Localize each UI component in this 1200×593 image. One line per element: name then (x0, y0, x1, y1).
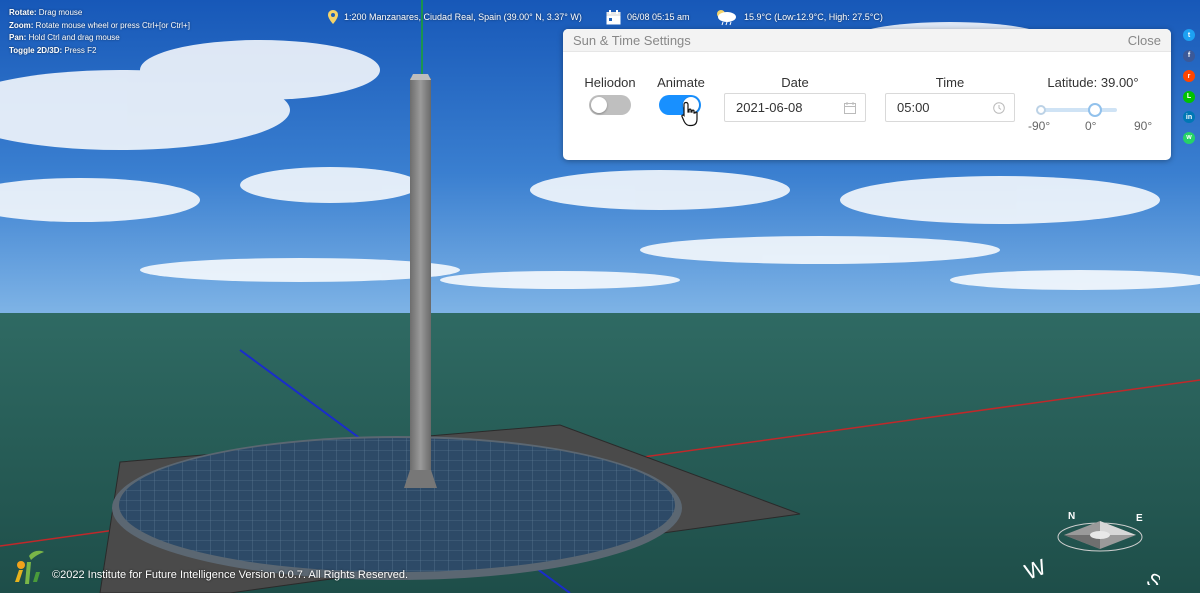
svg-text:S: S (1143, 569, 1161, 585)
location-info[interactable]: 1:200 Manzanares, Ciudad Real, Spain (39… (328, 9, 582, 25)
datetime-info[interactable]: 06/08 05:15 am (606, 9, 690, 25)
switch-knob (591, 97, 607, 113)
twitter-icon[interactable]: t (1183, 29, 1195, 41)
heliodon-toggle[interactable] (589, 95, 631, 115)
help-pan-label: Pan: (9, 33, 27, 42)
latitude-mark-min: -90° (1028, 119, 1051, 133)
help-rotate-text: Drag mouse (38, 8, 83, 17)
compass-icon[interactable]: N E W S (1020, 505, 1160, 585)
weather-info[interactable]: 15.9°C (Low:12.9°C, High: 27.5°C) (714, 9, 883, 25)
date-label: Date (781, 75, 809, 90)
calendar-icon (606, 9, 621, 24)
ifi-logo-icon (15, 550, 44, 584)
slider-rail (1037, 108, 1117, 112)
help-zoom-text: Rotate mouse wheel or press Ctrl+[or Ctr… (35, 20, 190, 30)
clock-icon (993, 102, 1005, 114)
line-icon[interactable]: L (1183, 90, 1195, 103)
time-label: Time (935, 75, 965, 90)
date-picker[interactable]: 2021-06-08 (724, 93, 866, 122)
pole (410, 78, 431, 478)
date-value: 2021-06-08 (736, 100, 803, 115)
svg-text:W: W (1021, 554, 1049, 585)
latitude-mark-zero: 0° (1085, 119, 1097, 133)
linkedin-icon[interactable]: in (1183, 111, 1195, 123)
copyright-footer: ©2022 Institute for Future Intelligence … (52, 569, 409, 581)
location-text: 1:200 Manzanares, Ciudad Real, Spain (39… (344, 12, 582, 22)
panel-header[interactable]: Sun & Time Settings Close (563, 29, 1171, 52)
time-picker[interactable]: 05:00 (885, 93, 1015, 122)
controls-help: Rotate: Drag mouse Zoom: Rotate mouse wh… (9, 7, 190, 57)
latitude-slider[interactable] (1036, 103, 1117, 117)
datetime-text: 06/08 05:15 am (627, 12, 690, 22)
reddit-icon[interactable]: r (1183, 70, 1195, 82)
slider-dot (1036, 105, 1046, 115)
latitude-mark-max: 90° (1134, 119, 1153, 133)
map-pin-icon (328, 10, 338, 24)
animate-label: Animate (657, 75, 705, 90)
svg-text:E: E (1136, 513, 1143, 524)
panel-title: Sun & Time Settings (573, 32, 691, 48)
sun-time-settings-panel: Sun & Time Settings Close Heliodon Anima… (563, 29, 1171, 160)
heliodon-label: Heliodon (584, 75, 636, 90)
time-value: 05:00 (897, 100, 930, 115)
latitude-label: Latitude: 39.00° (1047, 75, 1139, 90)
whatsapp-icon[interactable]: w (1183, 131, 1195, 144)
hand-cursor-icon (681, 101, 698, 127)
weather-cloud-rain-icon (717, 9, 736, 25)
help-toggle-label: Toggle 2D/3D: (9, 45, 63, 55)
facebook-icon[interactable]: f (1183, 49, 1195, 62)
share-buttons: t f r Lin w (1183, 29, 1196, 152)
help-toggle-text: Press F2 (64, 45, 97, 55)
slider-handle[interactable] (1088, 103, 1103, 117)
help-rotate-label: Rotate: (9, 8, 37, 17)
calendar-icon (844, 102, 856, 114)
close-button[interactable]: Close (1128, 33, 1161, 48)
svg-text:N: N (1068, 511, 1075, 522)
help-zoom-label: Zoom: (9, 20, 34, 30)
weather-text: 15.9°C (Low:12.9°C, High: 27.5°C) (744, 12, 883, 22)
help-pan-text: Hold Ctrl and drag mouse (28, 33, 120, 42)
